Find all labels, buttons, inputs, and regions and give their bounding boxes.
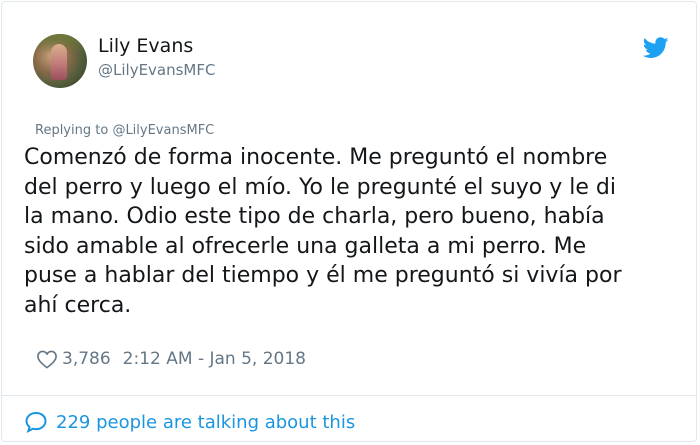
tweet-text-line: puse a hablar del tiempo y él me pregunt… [24,263,622,288]
tweet-timestamp[interactable]: 2:12 AM - Jan 5, 2018 [123,349,306,369]
avatar[interactable] [33,34,87,88]
replying-to: Replying to @LilyEvansMFC [35,123,214,138]
replying-prefix: Replying to [35,123,113,138]
tweet-text-line: ahí cerca. [24,292,132,318]
conversation-label[interactable]: 229 people are talking about this [56,412,355,433]
like-count[interactable]: 3,786 [62,349,111,369]
divider [2,395,696,396]
author-display-name[interactable]: Lily Evans [98,35,193,57]
tweet-card: Lily Evans @LilyEvansMFC Replying to @Li… [1,1,697,442]
twitter-bird-icon[interactable] [643,37,669,59]
tweet-text-line: del perro y luego el mío. Yo le pregunté… [24,174,616,200]
tweet-text: Comenzó de forma inocente. Me preguntó e… [24,143,688,320]
tweet-text-line: sido amable al ofrecerle una galleta a m… [24,233,587,259]
tweet-text-line: la mano. Odio este tipo de charla, pero … [24,204,605,229]
tweet-text-line: Comenzó de forma inocente. Me preguntó e… [24,145,608,170]
heart-icon[interactable] [36,349,58,369]
tweet-meta: 3,786 2:12 AM - Jan 5, 2018 [36,347,306,371]
reply-mention-link[interactable]: @LilyEvansMFC [112,123,214,138]
speech-bubble-icon [25,411,47,433]
conversation-link[interactable]: 229 people are talking about this [24,408,355,436]
avatar-person [51,44,67,80]
author-handle[interactable]: @LilyEvansMFC [98,61,215,79]
